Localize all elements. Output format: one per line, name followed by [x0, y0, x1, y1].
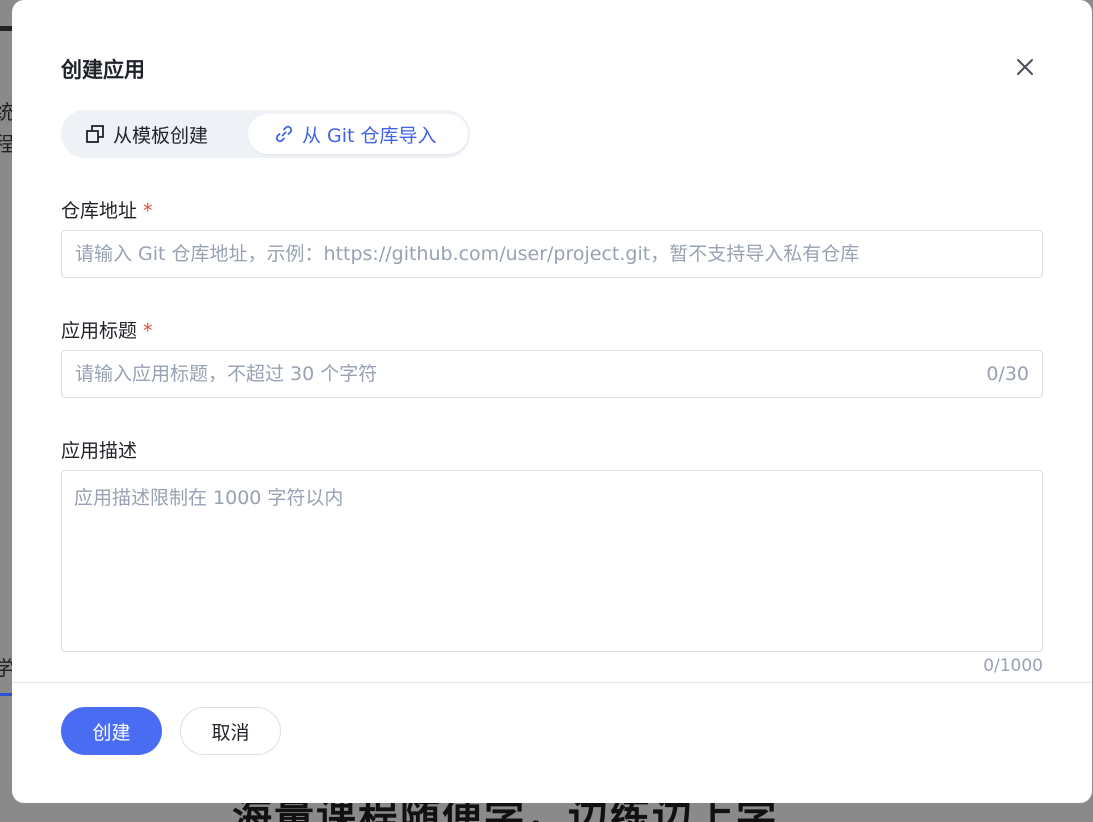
tab-from-git[interactable]: 从 Git 仓库导入 [248, 114, 468, 154]
required-mark: * [143, 200, 153, 222]
tab-from-template[interactable]: 从模板创建 [85, 114, 245, 154]
title-char-counter: 0/30 [986, 363, 1029, 385]
cancel-button[interactable]: 取消 [180, 707, 281, 755]
close-button[interactable] [1012, 54, 1038, 80]
footer-divider [12, 682, 1092, 683]
close-icon [1017, 59, 1033, 75]
required-mark: * [143, 320, 153, 342]
app-description-textarea[interactable] [62, 471, 1042, 655]
repo-url-field [61, 230, 1043, 278]
app-description-field [61, 470, 1043, 655]
link-icon [275, 125, 293, 143]
label-text: 应用标题 [61, 320, 138, 342]
create-app-dialog: 创建应用 从模板创建 从 Git 仓库导入 仓库地址* 应用标题* [12, 0, 1092, 803]
create-button[interactable]: 创建 [61, 707, 162, 755]
label-text: 仓库地址 [61, 200, 138, 222]
tab-label: 从 Git 仓库导入 [302, 124, 437, 147]
app-title-input[interactable] [62, 351, 975, 397]
app-title-label: 应用标题 * [61, 316, 153, 343]
template-copy-icon [86, 125, 104, 143]
description-char-counter: 0/1000 [983, 656, 1043, 676]
label-text: 应用描述 [61, 440, 138, 462]
app-description-label: 应用描述 [61, 436, 137, 463]
tab-label: 从模板创建 [113, 124, 209, 147]
dialog-title: 创建应用 [61, 58, 145, 82]
repo-url-label: 仓库地址 * [61, 196, 153, 223]
app-title-field: 0/30 [61, 350, 1043, 398]
repo-url-input[interactable] [62, 231, 975, 277]
create-mode-tabs: 从模板创建 从 Git 仓库导入 [61, 110, 470, 158]
